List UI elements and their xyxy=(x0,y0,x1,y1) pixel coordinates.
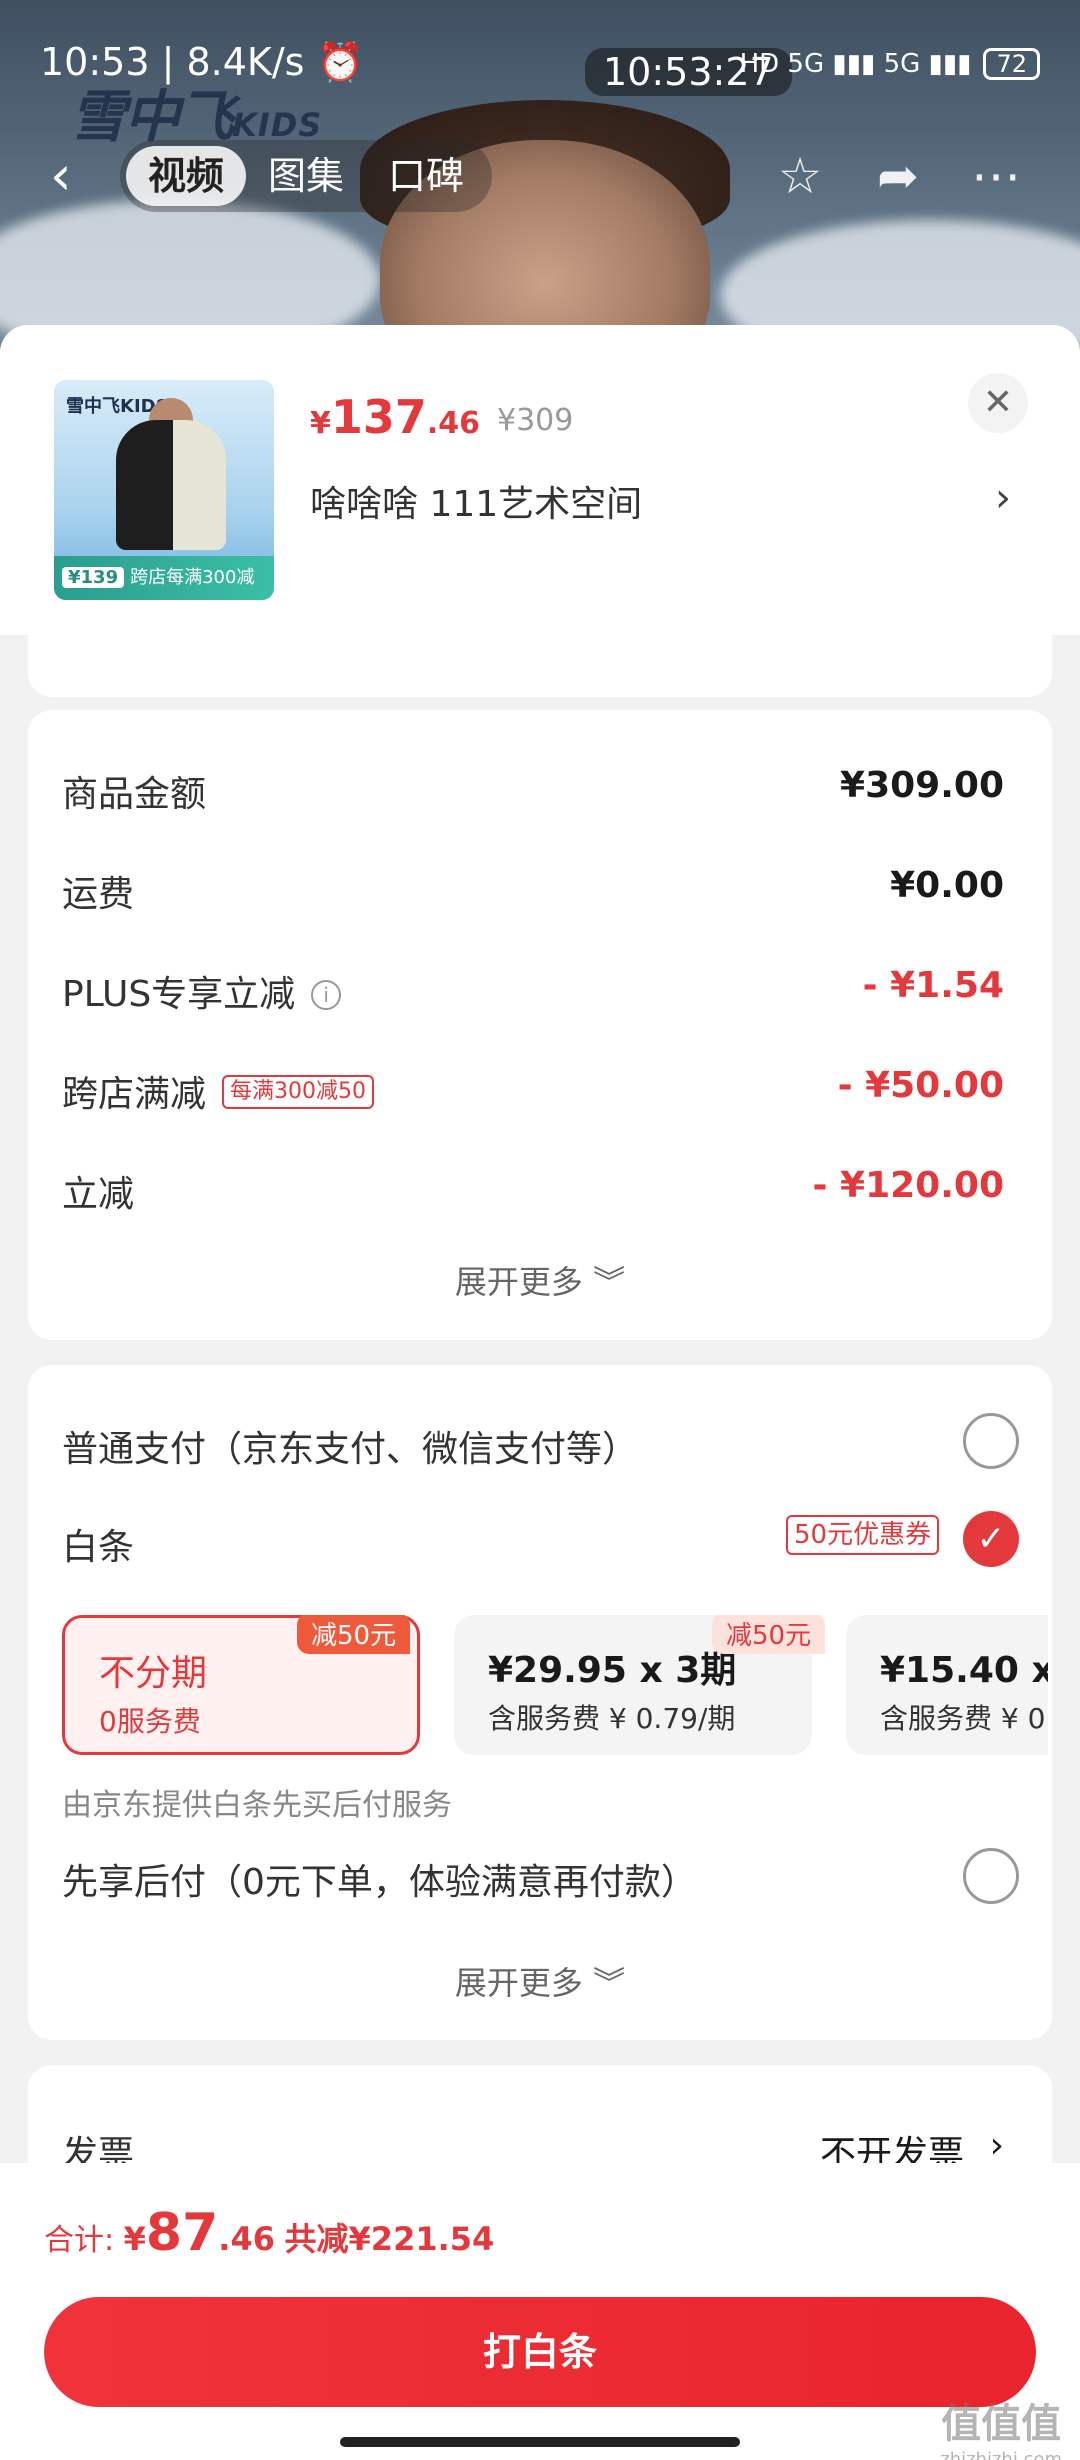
chevron-right-icon[interactable]: › xyxy=(995,475,1011,521)
radio-baitiao[interactable]: ✓ xyxy=(963,1511,1019,1567)
check-icon: ✓ xyxy=(976,1519,1006,1559)
plan-6-months[interactable]: ¥15.40 x 6期 含服务费 ¥ 0.50/期 xyxy=(846,1615,1048,1755)
plan-badge: 减50元 xyxy=(297,1615,411,1654)
close-icon[interactable]: ✕ xyxy=(968,373,1028,433)
row-plus-discount: PLUS专享立减 i - ¥1.54 xyxy=(62,965,1004,1015)
plan-badge: 减50元 xyxy=(712,1615,826,1654)
plan-fee: 0服务费 xyxy=(99,1705,201,1738)
option-pay-later[interactable]: 先享后付（0元下单，体验满意再付款） xyxy=(62,1853,1018,1913)
star-icon[interactable]: ☆ xyxy=(768,144,832,208)
row-cross-store-discount: 跨店满减 每满300减50 - ¥50.00 xyxy=(62,1065,1004,1115)
baitiao-note: 由京东提供白条先买后付服务 xyxy=(62,1788,452,1823)
selected-spec[interactable]: 啥啥啥 111艺术空间 xyxy=(310,475,642,527)
total-dec: .46 xyxy=(218,2220,275,2258)
product-thumbnail[interactable]: 雪中飞KIDS ¥139跨店每满300减50 xyxy=(54,380,274,600)
chevron-right-icon: › xyxy=(989,2125,1004,2166)
checkout-bar: 合计: ¥87.46 共减¥221.54 打白条 值值值 zhizhizhi.co… xyxy=(0,2163,1080,2460)
row-label: 运费 xyxy=(62,874,135,915)
current-price: ¥137.46 xyxy=(310,390,481,444)
battery-icon: 72 xyxy=(983,48,1040,80)
row-label: 跨店满减 每满300减50 xyxy=(62,1065,375,1117)
plan-title: 不分期 xyxy=(99,1653,208,1694)
more-icon[interactable]: ⋯ xyxy=(964,144,1028,208)
back-arrow-icon[interactable]: ‹ xyxy=(50,146,110,206)
row-value: - ¥50.00 xyxy=(837,1065,1004,1106)
row-value: ¥309.00 xyxy=(840,765,1004,806)
row-label: PLUS专享立减 i xyxy=(62,965,342,1017)
pay-baitiao-button[interactable]: 打白条 xyxy=(44,2297,1036,2407)
product-summary: 雪中飞KIDS ¥139跨店每满300减50 ¥137.46 ¥309 ✕ 啥啥… xyxy=(0,325,1080,635)
home-indicator[interactable] xyxy=(340,2437,740,2447)
row-value: - ¥1.54 xyxy=(862,965,1004,1006)
tab-video[interactable]: 视频 xyxy=(126,146,247,206)
tab-gallery[interactable]: 图集 xyxy=(246,146,366,206)
promo-tag: 每满300减50 xyxy=(222,1075,375,1109)
status-bar: 10:53 | 8.4K/s ⏰ 10:53:27 HD 5G ▮▮▮ 5G ▮… xyxy=(40,40,1040,96)
status-left: 10:53 | 8.4K/s ⏰ xyxy=(40,40,364,84)
plan-title: ¥29.95 x 3期 xyxy=(488,1650,737,1691)
summary-card-bottom xyxy=(28,635,1052,697)
expand-more-button[interactable]: 展开更多 ︾ xyxy=(28,1958,1052,2004)
option-normal-pay[interactable]: 普通支付（京东支付、微信支付等） xyxy=(62,1420,1018,1480)
row-value: ¥0.00 xyxy=(890,865,1004,906)
radio-normal-pay[interactable] xyxy=(963,1413,1019,1469)
total-discount: 共减¥221.54 xyxy=(284,2220,495,2258)
plan-fee: 含服务费 ¥ 0.50/期 xyxy=(880,1702,1048,1735)
order-sheet: 雪中飞KIDS ¥139跨店每满300减50 ¥137.46 ¥309 ✕ 啥啥… xyxy=(0,325,1080,2460)
row-goods-amount: 商品金额 ¥309.00 xyxy=(62,765,1004,815)
row-value: - ¥120.00 xyxy=(812,1165,1004,1206)
currency-symbol: ¥ xyxy=(123,2220,146,2258)
expand-more-button[interactable]: 展开更多 ︾ xyxy=(28,1257,1052,1303)
media-tabs: 视频 图集 口碑 xyxy=(120,140,493,212)
info-icon[interactable]: i xyxy=(311,980,342,1010)
option-label: 白条 xyxy=(62,1527,135,1568)
row-label: 立减 xyxy=(62,1174,135,1215)
row-label: 商品金额 xyxy=(62,774,207,815)
total-price: 合计: ¥87.46 共减¥221.54 xyxy=(44,2203,494,2263)
signal-icons: HD 5G ▮▮▮ 5G ▮▮▮ xyxy=(739,49,972,79)
status-right: HD 5G ▮▮▮ 5G ▮▮▮ 72 xyxy=(740,48,1040,80)
payment-card: 普通支付（京东支付、微信支付等） 白条 50元优惠券 ✓ 不分期 0服务费 减5… xyxy=(28,1365,1052,2040)
plan-title: ¥15.40 x 6期 xyxy=(880,1650,1048,1691)
radio-pay-later[interactable] xyxy=(963,1848,1019,1904)
thumb-jacket xyxy=(116,420,226,550)
row-shipping: 运费 ¥0.00 xyxy=(62,865,1004,915)
thumb-promo-badge: ¥139跨店每满300减50 xyxy=(54,556,274,600)
price-detail-card: 商品金额 ¥309.00 运费 ¥0.00 PLUS专享立减 i - ¥1.54 … xyxy=(28,710,1052,1340)
option-label: 普通支付（京东支付、微信支付等） xyxy=(62,1429,639,1470)
option-label: 先享后付（0元下单，体验满意再付款） xyxy=(62,1862,697,1903)
row-instant-discount: 立减 - ¥120.00 xyxy=(62,1165,1004,1215)
top-nav: ‹ 视频 图集 口碑 ☆ ➦ ⋯ xyxy=(40,140,1050,220)
installment-plans: 不分期 0服务费 减50元 ¥29.95 x 3期 含服务费 ¥ 0.79/期 … xyxy=(62,1615,1048,1755)
total-int: 87 xyxy=(145,2203,219,2263)
watermark: 值值值 zhizhizhi.com xyxy=(940,2401,1062,2460)
tab-reviews[interactable]: 口碑 xyxy=(366,146,486,206)
total-label: 合计: xyxy=(44,2223,115,2258)
share-icon[interactable]: ➦ xyxy=(866,144,930,208)
plan-fee: 含服务费 ¥ 0.79/期 xyxy=(488,1702,736,1735)
original-price: ¥309 xyxy=(497,403,574,438)
coupon-tag: 50元优惠券 xyxy=(786,1515,940,1555)
